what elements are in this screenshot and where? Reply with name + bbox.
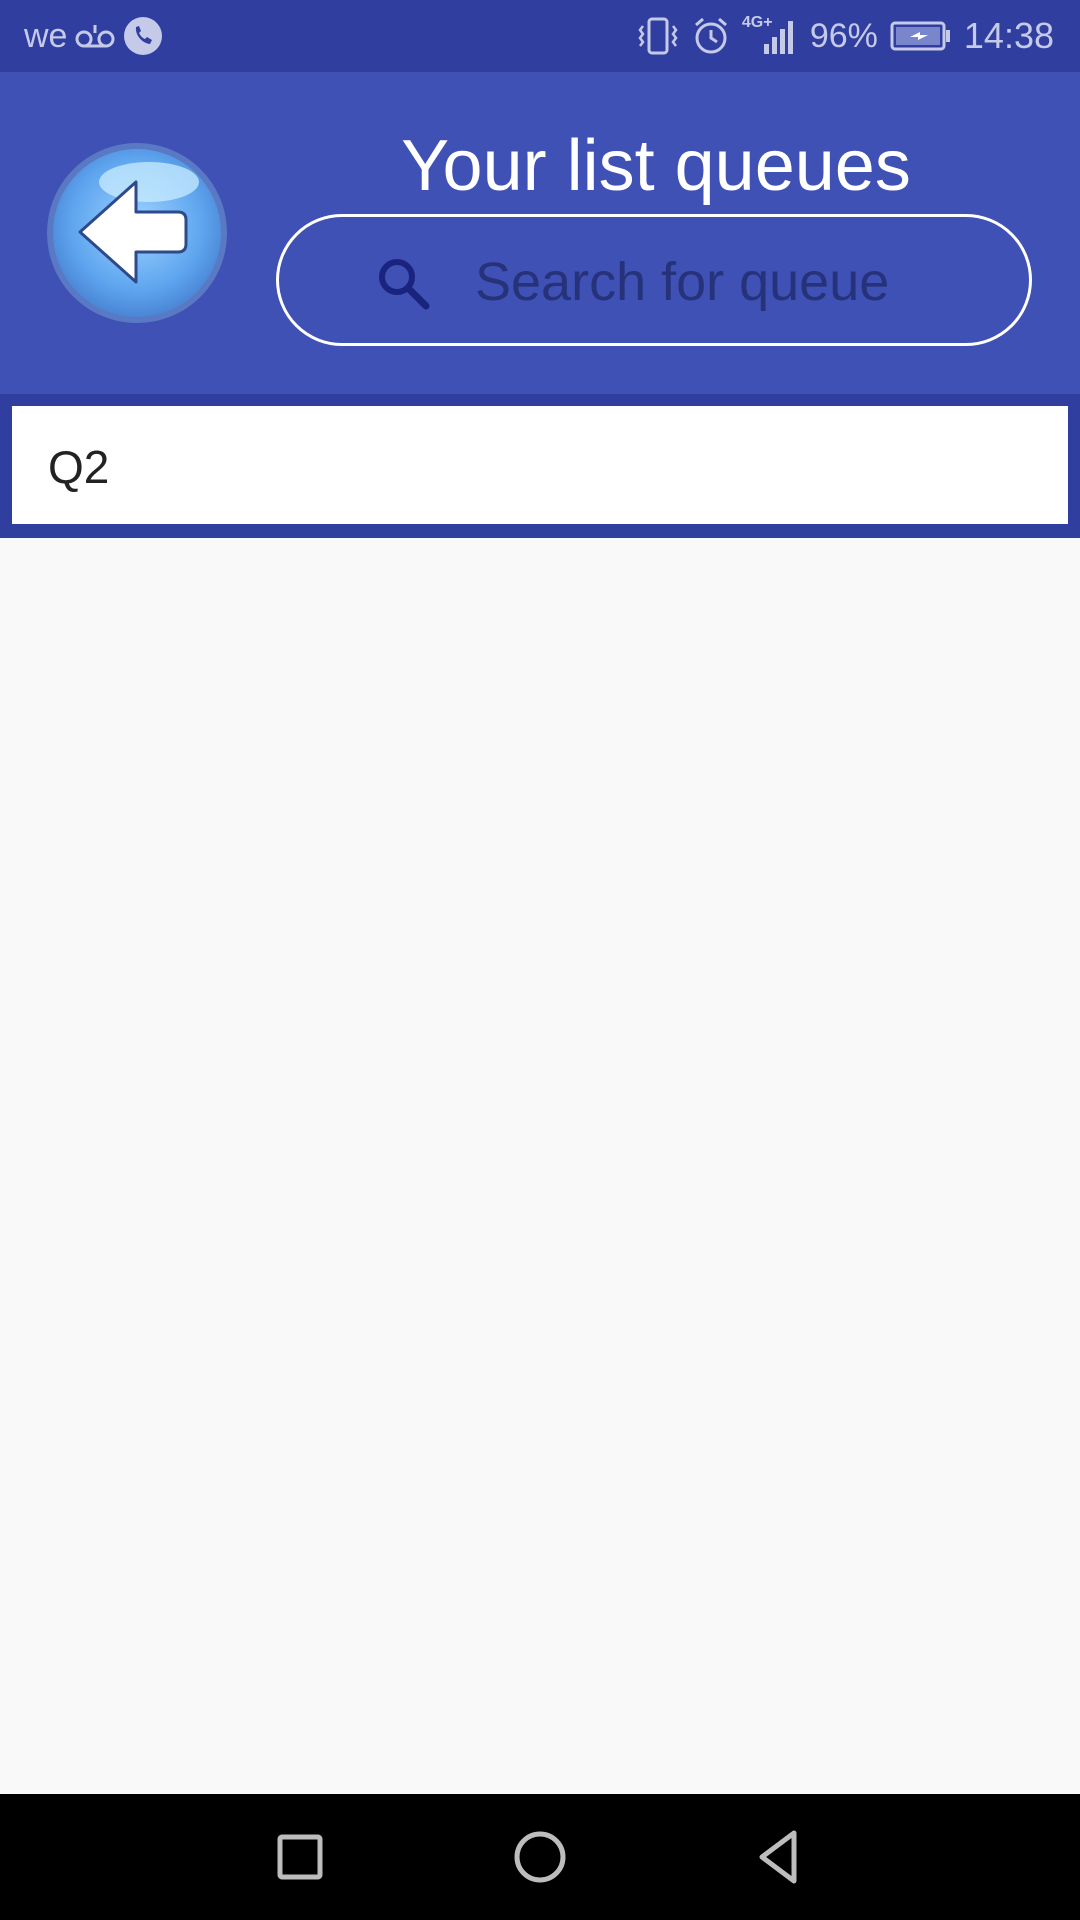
voicemail-icon <box>75 25 115 48</box>
list-item[interactable]: Q2 <box>12 406 1068 524</box>
queue-list: Q2 <box>0 394 1080 538</box>
queue-label: Q2 <box>48 441 110 493</box>
phone-icon <box>124 17 163 55</box>
battery-percent: 96% <box>809 16 878 55</box>
search-icon <box>379 259 430 310</box>
back-triangle-icon[interactable] <box>750 1827 810 1887</box>
alarm-icon <box>694 17 727 54</box>
signal-group: 4G+ <box>742 14 798 56</box>
app-header: Your list queues <box>0 72 1080 394</box>
carrier-label: we <box>24 16 68 55</box>
navigation-bar <box>0 1794 1080 1920</box>
battery-charging-icon <box>890 21 950 51</box>
status-bar: we 4G+ 96% 14:38 <box>0 0 1080 72</box>
status-left-group: we <box>24 16 163 56</box>
status-right-group: 4G+ 96% 14:38 <box>636 14 1054 58</box>
clock: 14:38 <box>963 15 1054 56</box>
signal-icon <box>763 21 793 54</box>
search-bar[interactable] <box>276 214 1032 346</box>
page-title: Your list queues <box>401 126 911 206</box>
back-button[interactable] <box>44 140 230 326</box>
recent-apps-icon[interactable] <box>270 1827 330 1887</box>
home-icon[interactable] <box>510 1827 570 1887</box>
search-input[interactable] <box>475 247 975 317</box>
back-arrow-icon <box>47 143 227 323</box>
vibrate-icon <box>638 17 678 55</box>
